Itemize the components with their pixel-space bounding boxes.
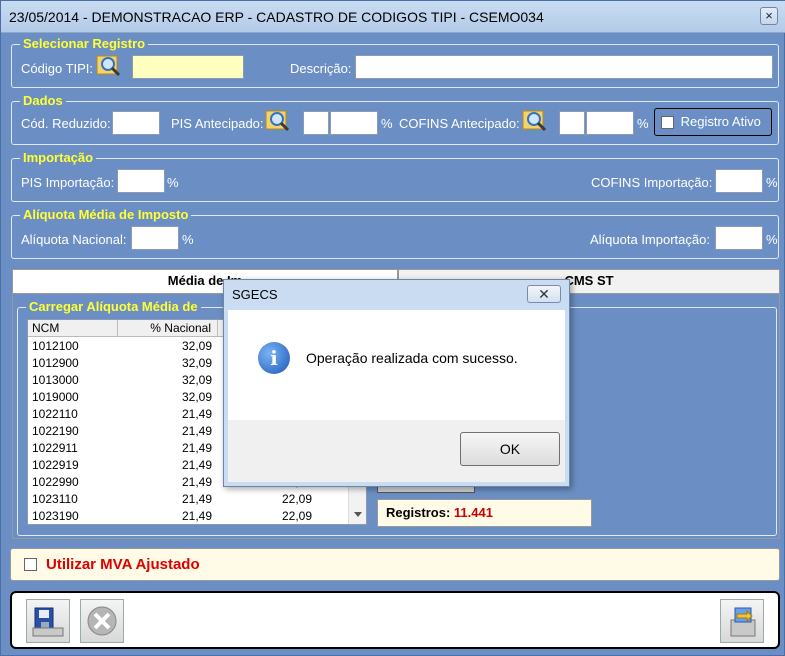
cofins-antecipado-search-icon[interactable]: [522, 108, 548, 132]
pis-importacao-label: PIS Importação:: [21, 175, 115, 190]
pis-antecipado-percent-input[interactable]: [330, 111, 378, 135]
dialog-close-button[interactable]: ✕: [527, 285, 561, 303]
codigo-tipi-input[interactable]: [132, 55, 244, 79]
aliquota-importacao-input[interactable]: [715, 226, 763, 250]
save-disk-icon: [32, 607, 64, 637]
cofins-antecipado-label: COFINS Antecipado:: [399, 116, 520, 131]
pis-importacao-input[interactable]: [117, 169, 165, 193]
pis-antecipado-percent-sign: %: [381, 116, 393, 131]
cod-reduzido-input[interactable]: [112, 111, 160, 135]
main-window: 23/05/2014 - DEMONSTRACAO ERP - CADASTRO…: [0, 0, 785, 656]
scroll-down-icon[interactable]: [349, 508, 367, 522]
cofins-importacao-percent-sign: %: [766, 175, 778, 190]
registros-label: Registros:: [386, 505, 451, 520]
dados-legend: Dados: [20, 93, 66, 108]
registro-ativo-label: Registro Ativo: [680, 114, 761, 129]
cod-reduzido-label: Cód. Reduzido:: [21, 116, 111, 131]
pis-antecipado-search-icon[interactable]: [265, 108, 291, 132]
pis-antecipado-label: PIS Antecipado:: [171, 116, 264, 131]
dialog-title: SGECS: [232, 287, 278, 302]
exit-button[interactable]: [720, 599, 764, 643]
cancel-button[interactable]: [80, 599, 124, 643]
window-title: 23/05/2014 - DEMONSTRACAO ERP - CADASTRO…: [9, 9, 544, 25]
aliquota-legend: Alíquota Média de Imposto: [20, 207, 192, 222]
registro-ativo-checkbox[interactable]: Registro Ativo: [654, 108, 772, 136]
codigo-tipi-search-icon[interactable]: [96, 53, 122, 77]
descricao-label: Descrição:: [290, 61, 352, 76]
mva-ajustado-checkbox[interactable]: [24, 558, 37, 571]
dialog-footer: OK: [228, 420, 565, 482]
column-header-nacional[interactable]: % Nacional: [118, 320, 218, 337]
info-icon: i: [258, 342, 290, 374]
title-bar: 23/05/2014 - DEMONSTRACAO ERP - CADASTRO…: [1, 1, 785, 33]
aliquota-nacional-input[interactable]: [131, 226, 179, 250]
cofins-importacao-input[interactable]: [715, 169, 763, 193]
bottom-toolbar: [10, 591, 780, 649]
cofins-antecipado-code-input[interactable]: [559, 111, 585, 135]
exit-door-icon: [730, 607, 756, 637]
importacao-legend: Importação: [20, 150, 97, 165]
mva-ajustado-row[interactable]: Utilizar MVA Ajustado: [10, 548, 780, 581]
cancel-x-icon: [87, 606, 117, 636]
cofins-antecipado-percent-sign: %: [637, 116, 649, 131]
registro-ativo-box[interactable]: [661, 116, 674, 130]
carregar-legend: Carregar Alíquota Média de: [26, 299, 201, 314]
selecionar-registro-legend: Selecionar Registro: [20, 36, 149, 51]
cofins-importacao-label: COFINS Importação:: [591, 175, 713, 190]
table-row[interactable]: 1023190 21,49 22,09: [28, 508, 348, 524]
save-button[interactable]: [26, 599, 70, 643]
ok-button[interactable]: OK: [460, 432, 560, 466]
aliquota-nacional-label: Alíquota Nacional:: [21, 232, 127, 247]
window-close-button[interactable]: ×: [760, 7, 778, 25]
column-header-ncm[interactable]: NCM: [28, 320, 118, 337]
dialog-body: i Operação realizada com sucesso.: [228, 310, 565, 420]
table-row[interactable]: 1023110 21,49 22,09: [28, 491, 348, 508]
cofins-antecipado-percent-input[interactable]: [586, 111, 634, 135]
aliquota-importacao-label: Alíquota Importação:: [590, 232, 710, 247]
message-dialog: SGECS ✕ i Operação realizada com sucesso…: [223, 279, 570, 487]
registros-count: Registros: 11.441: [377, 499, 592, 527]
aliquota-nacional-percent-sign: %: [182, 232, 194, 247]
pis-importacao-percent-sign: %: [167, 175, 179, 190]
registros-value: 11.441: [453, 505, 493, 520]
pis-antecipado-code-input[interactable]: [303, 111, 329, 135]
descricao-input[interactable]: [355, 55, 773, 79]
dialog-message: Operação realizada com sucesso.: [306, 350, 518, 366]
codigo-tipi-label: Código TIPI:: [21, 61, 94, 76]
mva-ajustado-label: Utilizar MVA Ajustado: [46, 556, 200, 573]
aliquota-importacao-percent-sign: %: [766, 232, 778, 247]
